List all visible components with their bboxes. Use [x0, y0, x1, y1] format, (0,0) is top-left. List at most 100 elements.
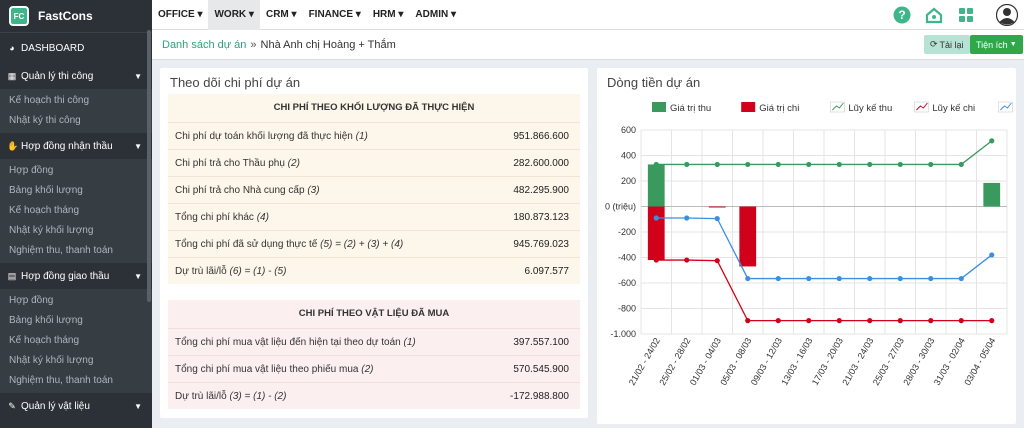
menu-work[interactable]: WORK ▾ [208, 0, 260, 30]
data-point [928, 275, 934, 282]
data-point [714, 258, 720, 264]
row-value: 951.866.600 [513, 130, 569, 142]
sidebar-item-contract[interactable]: Hợp đồng [0, 161, 152, 181]
row-value: 397.557.100 [513, 336, 569, 348]
row-value: 570.545.900 [513, 363, 569, 375]
help-icon[interactable]: ? [893, 6, 911, 24]
x-tick-label: 31/03 - 02/04 [932, 336, 967, 387]
y-tick-label: -800 [618, 304, 636, 314]
sidebar-item-contract[interactable]: Hợp đồng [0, 291, 152, 311]
sidebar-item-acceptance[interactable]: Nghiệm thu, thanh toán [0, 371, 152, 391]
data-point [775, 275, 781, 282]
cashflow-chart: Giá trị thu Giá trị chi Lũy kế thu Lũy kế c… [605, 101, 1013, 387]
sidebar: FC FastCons ◕ DASHBOARD ▦ Quản lý thi cô… [0, 0, 152, 428]
data-point [684, 215, 690, 221]
x-tick-label: 25/02 - 28/02 [657, 336, 692, 387]
table-header: CHI PHÍ THEO VẬT LIỆU ĐÃ MUA [298, 308, 450, 319]
data-point [684, 161, 690, 168]
sidebar-item-volume-table[interactable]: Bảng khối lượng [0, 311, 152, 331]
cashflow-panel: Dòng tiền dự án Giá trị thu Giá trị chi Lũ… [597, 68, 1016, 424]
sidebar-item-volume-log[interactable]: Nhật ký khối lượng [0, 351, 152, 371]
sidebar-scrollbar[interactable] [147, 30, 151, 302]
data-point [836, 161, 842, 168]
y-tick-label: -400 [618, 253, 636, 263]
x-tick-label: 01/03 - 04/03 [688, 336, 723, 387]
sidebar-item-monthly-plan[interactable]: Kế hoạch tháng [0, 331, 152, 351]
data-point [745, 275, 751, 282]
top-icons: ? [886, 0, 1024, 30]
breadcrumb-current: Nhà Anh chị Hoàng + Thắm [260, 38, 396, 51]
table-row: Tổng chi phí đã sử dụng thực tế (5) = (2… [168, 230, 580, 257]
utilities-button[interactable]: Tiện ích ▼ [970, 35, 1023, 54]
sidebar-section-label: Hợp đồng giao thầu [21, 270, 110, 282]
sidebar-item-volume-log[interactable]: Nhật ký khối lượng [0, 221, 152, 241]
data-point [958, 275, 964, 282]
row-label: Tổng chi phí mua vật liệu theo phiếu mua… [175, 363, 374, 375]
row-value: 945.769.023 [513, 238, 569, 250]
menu-finance[interactable]: FINANCE ▾ [303, 0, 367, 30]
table-icon: ▦ [7, 70, 17, 81]
data-point [653, 257, 659, 263]
sidebar-submenu: Hợp đồng Bảng khối lượng Kế hoạch tháng … [0, 289, 152, 393]
user-avatar-icon[interactable] [996, 4, 1018, 26]
sidebar-item-acceptance[interactable]: Nghiệm thu, thanh toán [0, 241, 152, 261]
panel-title: Theo dõi chi phí dự án [170, 75, 301, 90]
sidebar-submenu: Kế hoạch thi công Nhật ký thi công [0, 89, 152, 133]
row-label: Dự trù lãi/lỗ (6) = (1) - (5) [175, 265, 287, 277]
row-label: Chi phí trả cho Nhà cung cấp (3) [175, 184, 320, 196]
home-icon[interactable] [925, 6, 943, 24]
sidebar-item-volume-table[interactable]: Bảng khối lượng [0, 181, 152, 201]
sidebar-section-contract-received[interactable]: ✋ Hợp đồng nhận thầu ▼ [0, 133, 152, 159]
data-point [714, 216, 720, 222]
sidebar-item-construction-log[interactable]: Nhật ký thi công [0, 111, 152, 131]
x-tick-label: 21/02 - 24/02 [627, 336, 662, 387]
table-row: Tổng chi phí mua vật liệu đến hiện tại t… [168, 328, 580, 355]
reload-button[interactable]: ⟳ Tải lại [924, 35, 970, 54]
x-tick-label: 17/03 - 20/03 [810, 336, 845, 387]
chevron-down-icon: ▼ [134, 271, 142, 281]
sidebar-item-construction-plan[interactable]: Kế hoạch thi công [0, 91, 152, 111]
menu-hrm[interactable]: HRM ▾ [367, 0, 410, 30]
apps-grid-icon[interactable] [957, 6, 975, 24]
sidebar-section-contract-assigned[interactable]: ▤ Hợp đồng giao thầu ▼ [0, 263, 152, 289]
sidebar-section-label: Hợp đồng nhận thầu [21, 140, 113, 152]
dashboard-icon: ◕ [9, 43, 15, 53]
legend-label: Lũy kế thu [848, 103, 892, 114]
row-value: 482.295.900 [513, 184, 569, 196]
caret-down-icon: ▼ [1009, 41, 1017, 48]
y-tick-label: -1.000 [610, 329, 636, 339]
chevron-down-icon: ▼ [134, 401, 142, 411]
legend-label: Giá trị chi [759, 103, 799, 114]
y-tick-label: -200 [618, 227, 636, 237]
data-point [897, 318, 903, 324]
data-point [989, 318, 995, 324]
sidebar-item-monthly-plan[interactable]: Kế hoạch tháng [0, 201, 152, 221]
breadcrumb-link-projects[interactable]: Danh sách dự án [162, 39, 246, 51]
menu-admin[interactable]: ADMIN ▾ [409, 0, 462, 30]
menu-office[interactable]: OFFICE ▾ [152, 0, 208, 30]
data-point [989, 252, 995, 258]
table-row: Chi phí dự toán khối lượng đã thực hiện … [168, 122, 580, 149]
data-point [836, 275, 842, 282]
breadcrumb-separator: » [250, 38, 257, 51]
bar [647, 206, 665, 261]
data-point [745, 161, 751, 168]
sidebar-item-label: DASHBOARD [21, 42, 85, 54]
sidebar-section-materials[interactable]: ✎ Quản lý vật liệu ▼ [0, 393, 152, 419]
brand[interactable]: FC FastCons [0, 0, 152, 33]
table-row: Tổng chi phí mua vật liệu theo phiếu mua… [168, 355, 580, 382]
data-point [775, 318, 781, 324]
legend-swatch [652, 102, 666, 112]
sidebar-item-dashboard[interactable]: ◕ DASHBOARD [0, 33, 152, 63]
row-value: 282.600.000 [513, 157, 569, 169]
data-point [745, 318, 751, 324]
data-point [928, 161, 934, 168]
logo: FC [9, 6, 29, 26]
data-point [806, 161, 812, 168]
cost-tracking-panel: Theo dõi chi phí dự án CHI PHÍ THEO KHỐI… [160, 68, 588, 418]
data-point [775, 161, 781, 168]
menu-crm[interactable]: CRM ▾ [260, 0, 303, 30]
breadcrumb: Danh sách dự án » Nhà Anh chị Hoàng + Th… [152, 30, 1024, 60]
data-point [867, 318, 873, 324]
sidebar-section-construction[interactable]: ▦ Quản lý thi công ▼ [0, 63, 152, 89]
